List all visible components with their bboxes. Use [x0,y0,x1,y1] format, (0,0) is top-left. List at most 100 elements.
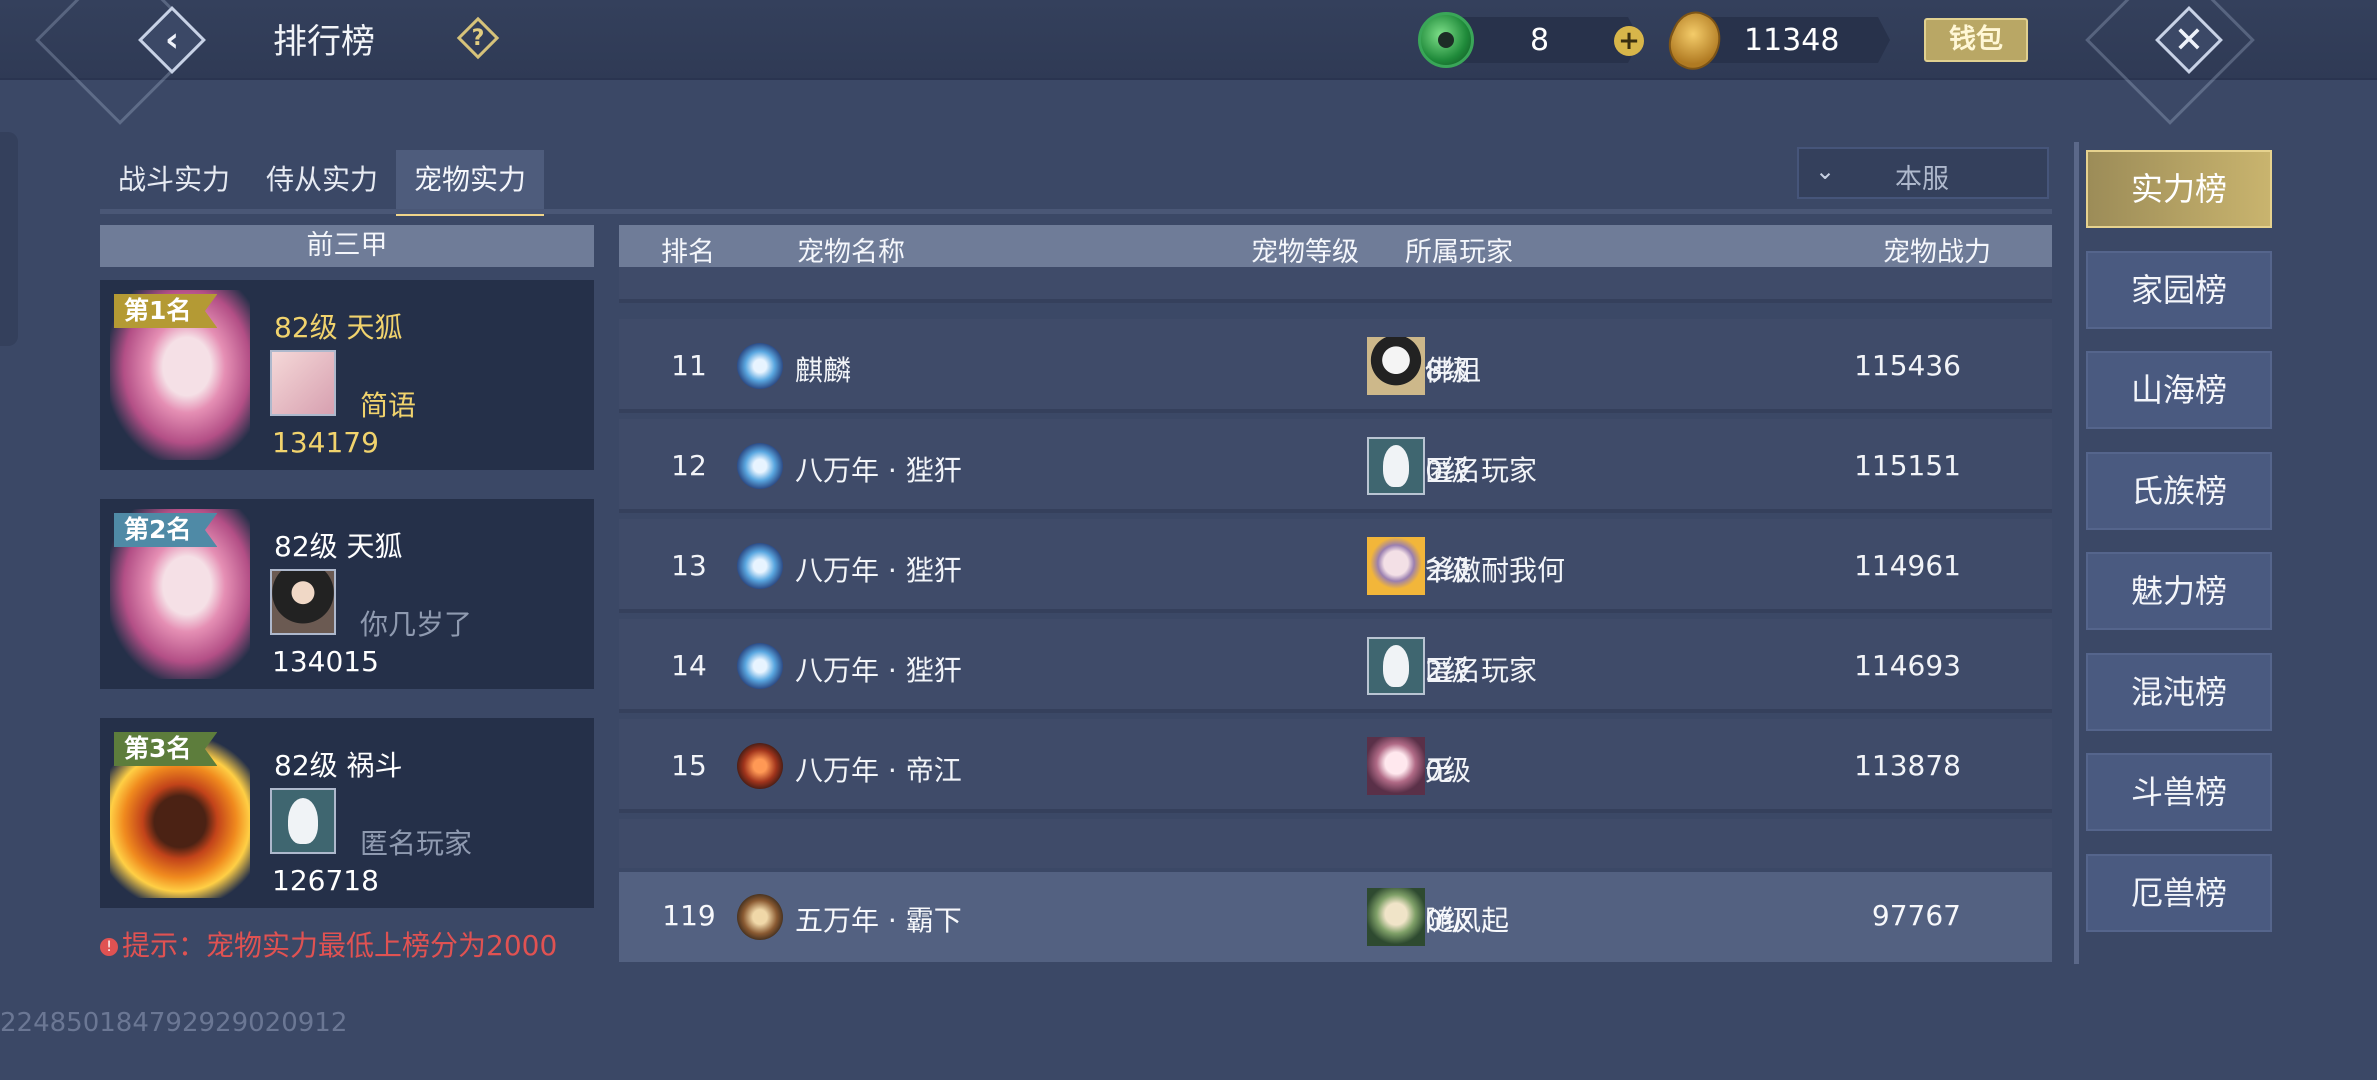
tab-attendant-power[interactable]: 侍从实力 [248,150,396,216]
question-icon: ? [471,25,485,51]
user-id: 2248501847929290209​12 [0,1008,348,1038]
beast-icon [737,743,783,789]
server-dropdown[interactable]: ⌄ 本服 [1797,147,2049,199]
my-ranking-row[interactable]: 119 五万年 · 霸下 80级 随风起 97767 [619,872,2052,962]
tabs-divider [100,209,2052,214]
top-bar: ‹ 排行榜 ? 8 + 11348 钱包 ✕ [0,0,2377,125]
rank-ribbon: 第1名 [114,294,218,328]
coin-amount: 11348 [1744,23,1840,58]
power-cell: 115151 [1854,449,1961,482]
player-avatar [1367,537,1425,595]
side-tab-power[interactable]: 实力榜 [2086,150,2272,228]
player-avatar [270,788,336,854]
col-rank: 排名 [661,237,715,268]
jade-icon [1418,12,1474,68]
player-cell: 佛祖 [1425,354,1482,387]
pet-power: 134015 [272,645,379,678]
col-pet-name: 宠物名称 [797,237,905,268]
table-row[interactable]: 14 八万年 · 狴犴 82级 匿名玩家 114693 [619,619,2052,713]
side-tab-chaos[interactable]: 混沌榜 [2086,653,2272,731]
side-drawer-handle[interactable] [0,132,18,346]
add-jade-button[interactable]: + [1614,26,1644,56]
table-row[interactable] [619,267,2052,303]
pet-level-name: 82级 祸斗 [274,749,403,782]
player-avatar [270,569,336,635]
player-name: 匿名玩家 [360,827,473,860]
back-button[interactable]: ‹ [138,6,206,74]
page-title: 排行榜 [273,22,375,62]
side-tab-beast-fight[interactable]: 斗兽榜 [2086,753,2272,831]
side-tab-charm[interactable]: 魅力榜 [2086,552,2272,630]
player-avatar [1367,737,1425,795]
side-tab-home[interactable]: 家园榜 [2086,251,2272,329]
player-cell: 匿名玩家 [1425,454,1538,487]
col-power: 宠物战力 [1883,237,1991,268]
rank-ribbon: 第3名 [114,732,218,766]
pet-name-cell: 麒麟 [795,354,852,387]
player-avatar [1367,337,1425,395]
turtle-icon [737,894,783,940]
coin-icon [1660,4,1730,78]
top-card-2[interactable]: 第2名 82级 天狐 你几岁了 134015 [100,499,594,689]
power-cell: 115436 [1854,349,1961,382]
pet-power: 134179 [272,426,379,459]
top-three-header: 前三甲 [100,225,594,267]
col-pet-level: 宠物等级 [1251,237,1359,268]
power-cell: 113878 [1854,749,1961,782]
power-cell: 97767 [1871,899,1961,932]
table-row[interactable]: 13 八万年 · 狴犴 82级 爷傲耐我何 114961 [619,519,2052,613]
player-cell: 随风起 [1425,904,1510,937]
table-header: 排名 宠物名称 宠物等级 所属玩家 宠物战力 [619,225,2052,268]
player-avatar [1367,888,1425,946]
player-cell: 爷傲耐我何 [1425,554,1566,587]
top-card-3[interactable]: 第3名 82级 祸斗 匿名玩家 126718 [100,718,594,908]
table-row[interactable]: 12 八万年 · 狴犴 80级 匿名玩家 115151 [619,419,2052,513]
player-cell: 无 [1425,754,1454,787]
top-card-1[interactable]: 第1名 82级 天狐 简语 134179 [100,280,594,470]
col-player: 所属玩家 [1405,237,1513,268]
side-tab-clan[interactable]: 氏族榜 [2086,452,2272,530]
pet-level-name: 82级 天狐 [274,530,403,563]
power-cell: 114961 [1854,549,1961,582]
anonymous-avatar [1367,437,1425,495]
category-tabs: 战斗实力 侍从实力 宠物实力 [100,150,545,216]
pet-name-cell: 八万年 · 狴犴 [795,454,962,487]
wallet-button[interactable]: 钱包 [1924,18,2028,62]
panel-divider [2074,142,2079,964]
close-icon: ✕ [2173,19,2205,61]
jade-amount: 8 [1530,23,1550,58]
beast-icon [737,643,783,689]
close-button[interactable]: ✕ [2155,6,2223,74]
pet-level-name: 82级 天狐 [274,311,403,344]
table-row[interactable]: 15 八万年 · 帝江 80级 无 113878 [619,719,2052,813]
warning-icon: ! [100,938,118,956]
side-tab-calamity-beast[interactable]: 厄兽榜 [2086,854,2272,932]
ranking-tip: ! 提示：宠物实力最低上榜分为2000 [100,924,557,964]
pet-name-cell: 五万年 · 霸下 [795,904,962,937]
pet-name-cell: 八万年 · 狴犴 [795,654,962,687]
anonymous-avatar [1367,637,1425,695]
tab-pet-power[interactable]: 宠物实力 [396,150,545,216]
table-row[interactable] [619,819,2052,868]
beast-icon [737,543,783,589]
server-dropdown-value: 本服 [1895,164,1949,195]
chevron-left-icon: ‹ [164,20,179,60]
help-button[interactable]: ? [456,16,500,60]
beast-icon [737,443,783,489]
rank-ribbon: 第2名 [114,513,218,547]
pet-name-cell: 八万年 · 狴犴 [795,554,962,587]
tab-combat-power[interactable]: 战斗实力 [100,150,248,216]
pet-name-cell: 八万年 · 帝江 [795,754,962,787]
side-tab-shanhai[interactable]: 山海榜 [2086,351,2272,429]
chevron-down-icon: ⌄ [1815,157,1836,185]
player-avatar [270,350,336,416]
player-name: 你几岁了 [360,608,473,641]
pet-power: 126718 [272,864,379,897]
table-row[interactable]: 11 麒麟 78级 佛祖 115436 [619,319,2052,413]
ranking-list[interactable]: 11 麒麟 78级 佛祖 115436 12 八万年 · 狴犴 80级 匿名玩家… [619,267,2052,868]
ranking-tip-text: 提示：宠物实力最低上榜分为2000 [122,929,558,962]
player-cell: 匿名玩家 [1425,654,1538,687]
dragon-icon [737,343,783,389]
player-name: 简语 [360,389,417,422]
power-cell: 114693 [1854,649,1961,682]
